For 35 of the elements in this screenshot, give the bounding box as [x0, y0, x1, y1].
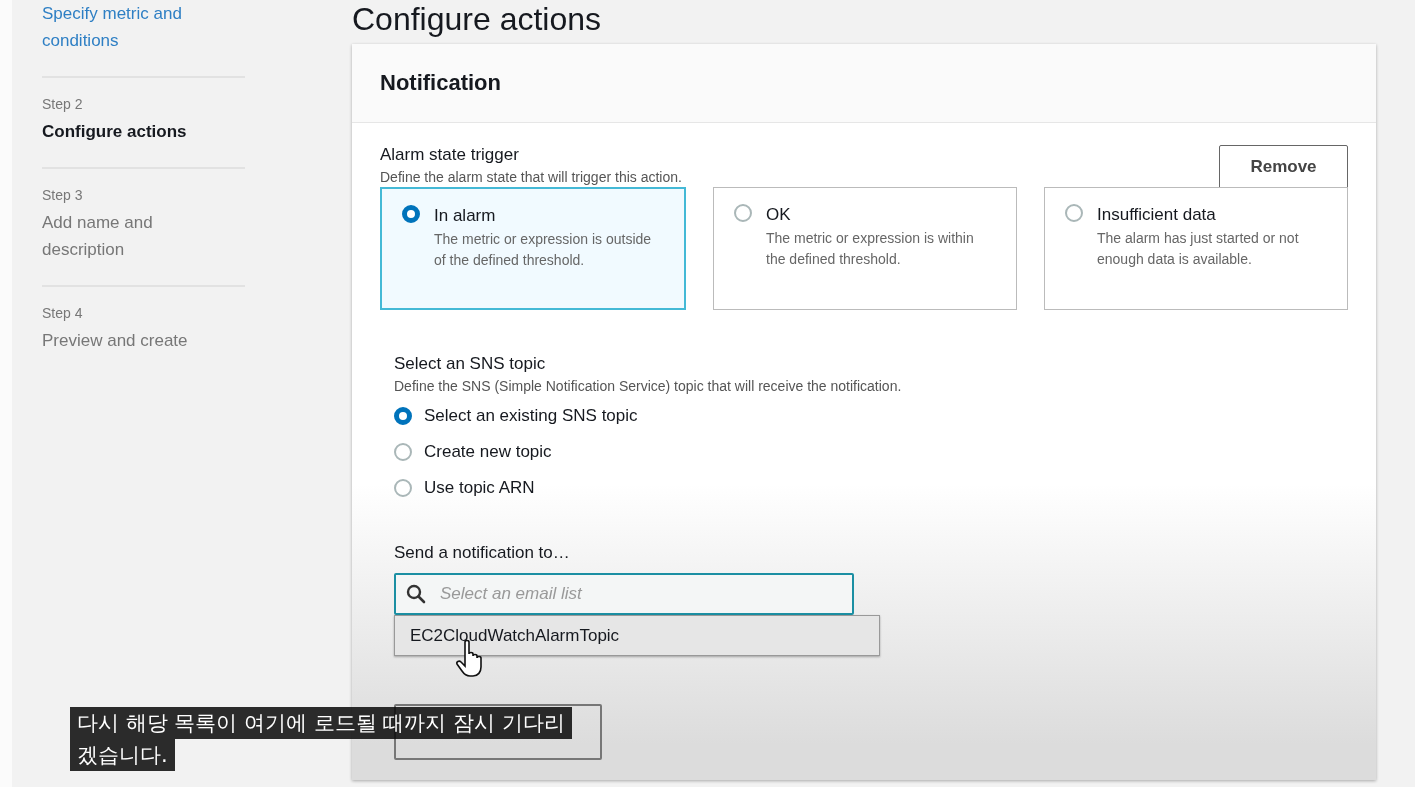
step-label: Step 2 — [42, 95, 84, 114]
remove-button[interactable]: Remove — [1219, 145, 1348, 189]
step-link[interactable]: Specify metric and conditions — [42, 0, 214, 54]
option-title: OK — [766, 204, 792, 226]
option-tile[interactable]: OK The metric or expression is within the defined threshold. — [713, 187, 1017, 310]
field-description: Define the alarm state that will trigger this action. — [380, 168, 682, 187]
radio-button[interactable] — [394, 479, 412, 497]
dropdown-option[interactable]: EC2CloudWatchAlarmTopic — [394, 615, 880, 656]
radio-label[interactable]: Select an existing SNS topic — [424, 406, 638, 426]
radio-button[interactable] — [394, 443, 412, 461]
radio-button[interactable] — [1065, 204, 1083, 222]
option-tile[interactable]: In alarm The metric or expression is outside of the defined threshold. — [380, 187, 686, 310]
radio-button[interactable] — [394, 407, 412, 425]
field-label: Alarm state trigger — [380, 144, 520, 166]
page-title: Configure actions — [352, 0, 603, 38]
option-title: Insufficient data — [1097, 204, 1217, 226]
radio-label[interactable]: Use topic ARN — [424, 478, 535, 498]
radio-button[interactable] — [734, 204, 752, 222]
option-description: The metric or expression is outside of the defined threshold. — [434, 230, 653, 270]
field-description: Define the SNS (Simple Notification Service) topic that will receive the notification. — [394, 377, 903, 396]
radio-button[interactable] — [402, 205, 420, 223]
option-tile[interactable]: Insufficient data The alarm has just started or not enough data is available. — [1044, 187, 1348, 310]
option-description: The metric or expression is within the defined threshold. — [766, 229, 975, 269]
option-title: In alarm — [434, 205, 497, 227]
field-label: Send a notification to… — [394, 542, 571, 564]
step-title: Preview and create — [42, 330, 189, 352]
search-field[interactable]: Select an email list — [394, 573, 854, 615]
step-title: Configure actions — [42, 121, 188, 143]
field-label: Select an SNS topic — [394, 353, 547, 375]
step-label: Step 3 — [42, 186, 84, 205]
option-description: The alarm has just started or not enough data is available. — [1097, 229, 1300, 269]
radio-label[interactable]: Create new topic — [424, 442, 552, 462]
panel-title: Notification — [380, 70, 501, 96]
step-title: Add name and description — [42, 212, 154, 261]
step-label: Step 4 — [42, 304, 84, 323]
